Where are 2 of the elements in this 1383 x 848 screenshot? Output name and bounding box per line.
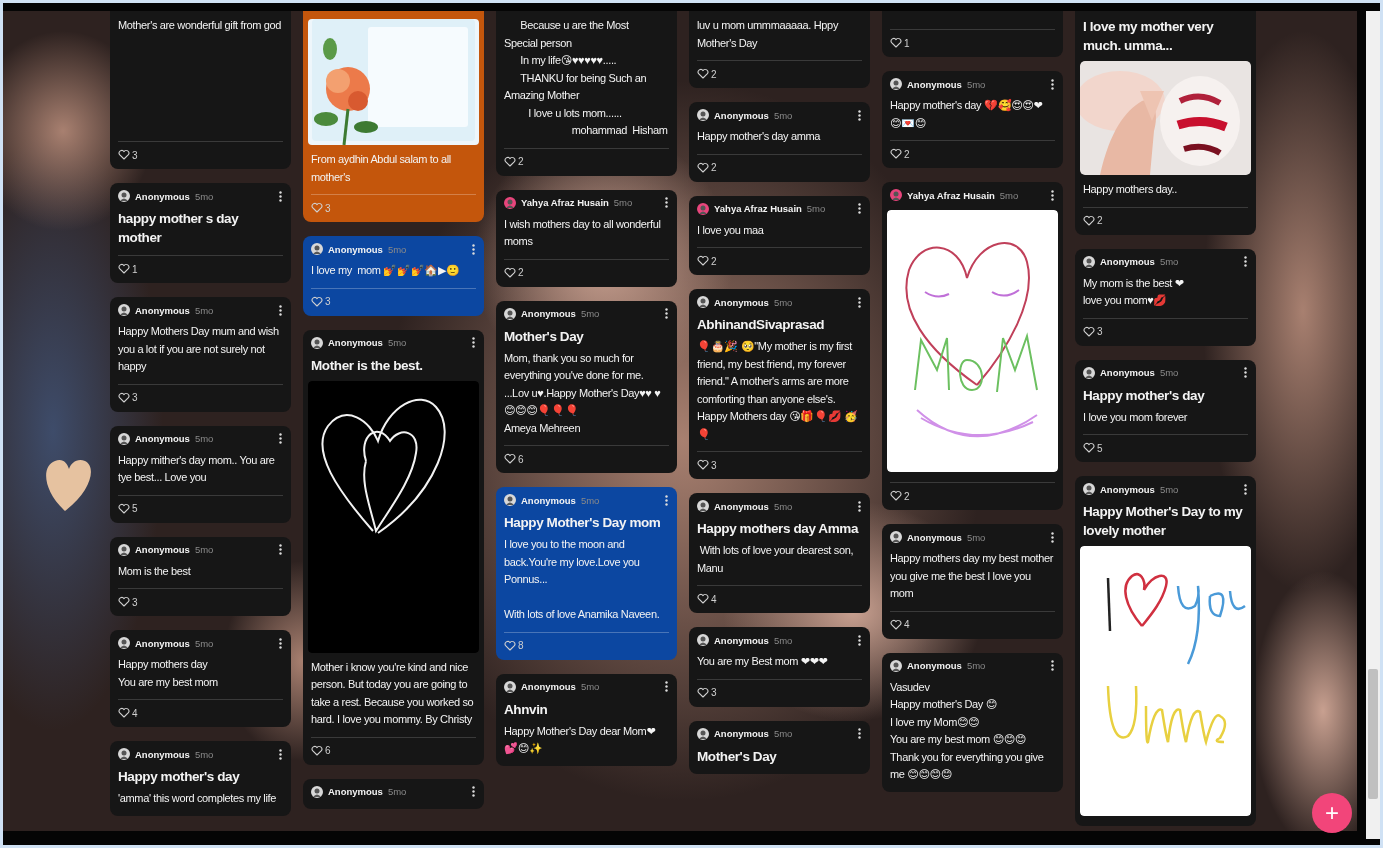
scrollbar-thumb[interactable] [1368, 669, 1378, 799]
scrollbar[interactable] [1366, 11, 1380, 839]
